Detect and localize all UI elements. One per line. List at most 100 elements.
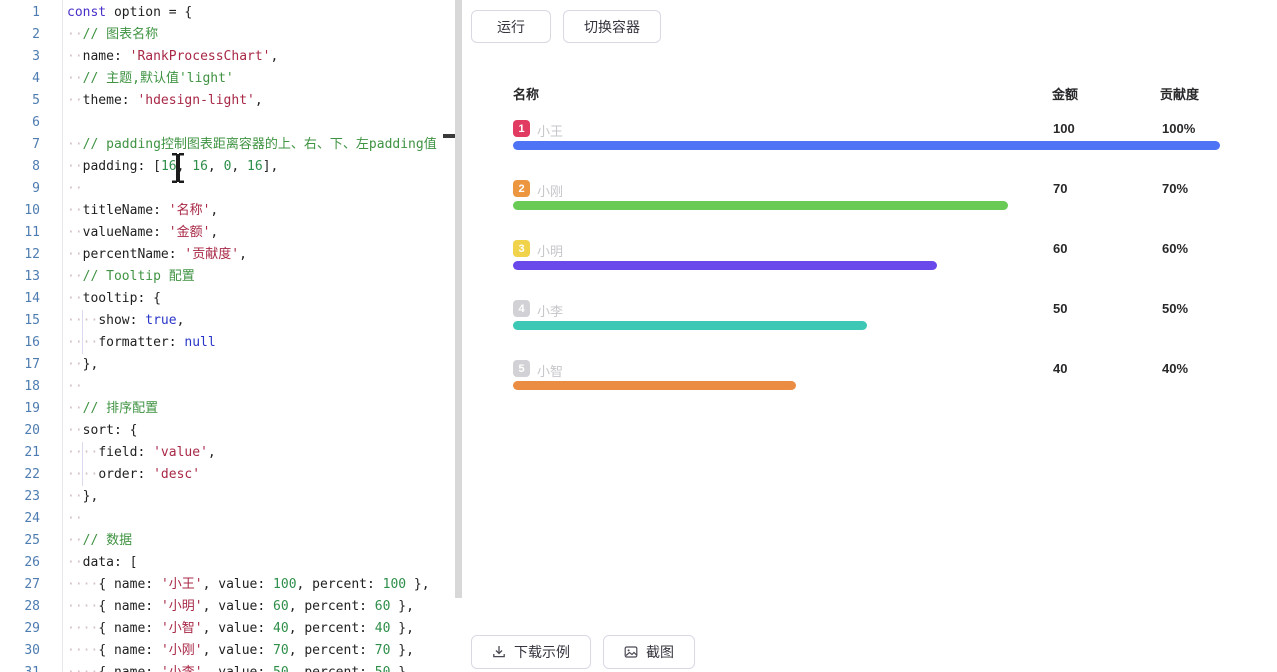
- code-line: 16····formatter: null: [0, 332, 455, 354]
- ibeam-cursor-icon: [168, 152, 188, 184]
- line-number: 1: [0, 2, 40, 24]
- code-line: 15····show: true,: [0, 310, 455, 332]
- row-name: 小智: [537, 361, 563, 380]
- column-header-percent: 贡献度: [1160, 84, 1199, 103]
- chart-row: 5 小智 40 40%: [513, 360, 1220, 412]
- row-bar: [513, 261, 937, 270]
- row-percent: 50%: [1162, 301, 1188, 316]
- code-lines: 1const option = {2··// 图表名称3··name: 'Ran…: [0, 2, 455, 672]
- code-line: 26··data: [: [0, 552, 455, 574]
- line-number: 21: [0, 442, 40, 464]
- line-number: 25: [0, 530, 40, 552]
- row-percent: 60%: [1162, 241, 1188, 256]
- line-number: 26: [0, 552, 40, 574]
- switch-container-button[interactable]: 切换容器: [563, 10, 661, 43]
- rank-badge: 1: [513, 120, 530, 137]
- code-line: 18··: [0, 376, 455, 398]
- indent-guide: [82, 310, 83, 354]
- editor-scrollbar[interactable]: [455, 0, 462, 598]
- code-line: 12··percentName: '贡献度',: [0, 244, 455, 266]
- code-line: 28····{ name: '小明', value: 60, percent: …: [0, 596, 455, 618]
- code-line: 10··titleName: '名称',: [0, 200, 455, 222]
- code-line: 30····{ name: '小刚', value: 70, percent: …: [0, 640, 455, 662]
- line-number: 16: [0, 332, 40, 354]
- code-line: 20··sort: {: [0, 420, 455, 442]
- image-icon: [624, 645, 638, 659]
- row-name: 小明: [537, 241, 563, 260]
- chart-row: 4 小李 50 50%: [513, 300, 1220, 352]
- code-line: 5··theme: 'hdesign-light',: [0, 90, 455, 112]
- row-value: 100: [1053, 121, 1075, 136]
- line-number: 11: [0, 222, 40, 244]
- chart-row: 2 小刚 70 70%: [513, 180, 1220, 232]
- row-bar: [513, 321, 867, 330]
- code-line: 2··// 图表名称: [0, 24, 455, 46]
- run-button-label: 运行: [497, 17, 525, 37]
- row-name: 小王: [537, 121, 563, 140]
- line-number: 9: [0, 178, 40, 200]
- line-number: 30: [0, 640, 40, 662]
- code-line: 14··tooltip: {: [0, 288, 455, 310]
- code-line: 9··: [0, 178, 455, 200]
- line-number: 20: [0, 420, 40, 442]
- line-number: 22: [0, 464, 40, 486]
- row-name: 小刚: [537, 181, 563, 200]
- text-caret: [443, 134, 455, 138]
- line-number: 23: [0, 486, 40, 508]
- code-line: 11··valueName: '金额',: [0, 222, 455, 244]
- line-number: 8: [0, 156, 40, 178]
- line-number: 31: [0, 662, 40, 672]
- row-percent: 40%: [1162, 361, 1188, 376]
- row-percent: 70%: [1162, 181, 1188, 196]
- switch-container-button-label: 切换容器: [584, 17, 640, 37]
- row-value: 40: [1053, 361, 1067, 376]
- row-value: 70: [1053, 181, 1067, 196]
- code-line: 4··// 主题,默认值'light': [0, 68, 455, 90]
- code-line: 17··},: [0, 354, 455, 376]
- run-button[interactable]: 运行: [471, 10, 551, 43]
- code-line: 7··// padding控制图表距离容器的上、右、下、左padding值: [0, 134, 455, 156]
- code-line: 23··},: [0, 486, 455, 508]
- code-line: 19··// 排序配置: [0, 398, 455, 420]
- row-bar: [513, 381, 796, 390]
- row-value: 60: [1053, 241, 1067, 256]
- line-number: 5: [0, 90, 40, 112]
- column-header-name: 名称: [513, 84, 539, 103]
- column-header-value: 金额: [1052, 84, 1078, 103]
- line-number: 13: [0, 266, 40, 288]
- code-line: 6: [0, 112, 455, 134]
- code-line: 21····field: 'value',: [0, 442, 455, 464]
- row-bar: [513, 141, 1220, 150]
- line-number: 17: [0, 354, 40, 376]
- line-number: 15: [0, 310, 40, 332]
- indent-guide: [82, 442, 83, 486]
- screenshot-label: 截图: [646, 642, 674, 662]
- download-example-button[interactable]: 下载示例: [471, 635, 591, 669]
- chart-row: 1 小王 100 100%: [513, 120, 1220, 172]
- row-percent: 100%: [1162, 121, 1195, 136]
- line-number: 6: [0, 112, 40, 134]
- screenshot-button[interactable]: 截图: [603, 635, 695, 669]
- download-icon: [492, 645, 506, 659]
- rank-badge: 4: [513, 300, 530, 317]
- code-line: 31····{ name: '小李', value: 50, percent: …: [0, 662, 455, 672]
- line-number: 27: [0, 574, 40, 596]
- code-line: 8··padding: [16, 16, 0, 16],: [0, 156, 455, 178]
- code-line: 25··// 数据: [0, 530, 455, 552]
- line-number: 24: [0, 508, 40, 530]
- code-line: 24··: [0, 508, 455, 530]
- line-number: 19: [0, 398, 40, 420]
- line-number: 10: [0, 200, 40, 222]
- code-line: 13··// Tooltip 配置: [0, 266, 455, 288]
- chart-row: 3 小明 60 60%: [513, 240, 1220, 292]
- rank-badge: 3: [513, 240, 530, 257]
- row-bar: [513, 201, 1008, 210]
- line-number: 2: [0, 24, 40, 46]
- code-line: 29····{ name: '小智', value: 40, percent: …: [0, 618, 455, 640]
- line-number: 14: [0, 288, 40, 310]
- code-editor[interactable]: 1const option = {2··// 图表名称3··name: 'Ran…: [0, 0, 455, 672]
- line-number: 12: [0, 244, 40, 266]
- line-number: 18: [0, 376, 40, 398]
- row-name: 小李: [537, 301, 563, 320]
- line-number: 3: [0, 46, 40, 68]
